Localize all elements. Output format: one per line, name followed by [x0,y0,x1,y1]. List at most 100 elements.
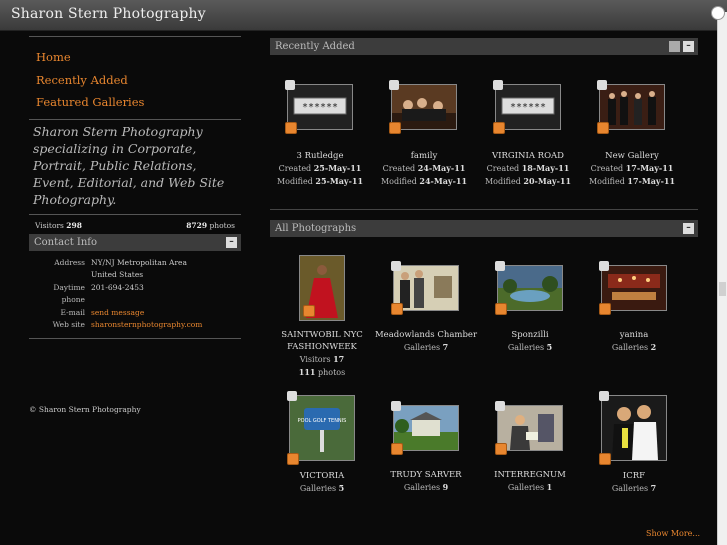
rss-icon[interactable] [669,41,680,52]
galleries-count: 1 [546,482,553,492]
gallery-title[interactable]: VICTORIA [270,470,374,482]
gallery-thumbnail[interactable] [495,261,563,315]
contact-info-title: Contact Info [34,236,98,248]
modified-date: 17-May-11 [627,176,676,186]
contact-key: E-mail [60,307,85,317]
created-label: Created [278,164,312,173]
gallery-card[interactable]: Meadowlands Chamber Galleries 7 [374,255,478,395]
contact-row-phone: Daytime phone 201-694-2453 [29,282,241,307]
visitors-count: 17 [333,354,345,364]
gallery-card[interactable]: ICRF Galleries 7 [582,391,686,495]
sponzilli-photo [498,266,562,310]
visitors-label: Visitors [35,220,64,230]
collapse-all-button[interactable]: – [683,223,694,234]
lock-icon [493,80,503,90]
photos-stat: 8729 photos [186,221,235,230]
gallery-thumbnail[interactable] [599,261,667,315]
folder-icon [495,443,507,455]
gallery-card[interactable]: Sponzilli Galleries 5 [478,255,582,395]
gallery-thumbnail[interactable]: POOL GOLF TENNIS [287,391,355,465]
folder-icon [391,303,403,315]
created-date: 25-May-11 [313,163,362,173]
gallery-title[interactable]: INTERREGNUM [478,469,582,481]
photos-count: 8729 [186,220,208,230]
scrollbar-thumb[interactable] [719,282,726,296]
show-more-link[interactable]: Show More... [646,529,700,538]
victoria-photo: POOL GOLF TENNIS [290,396,354,460]
folder-icon [391,443,403,455]
copyright: © Sharon Stern Photography [29,405,141,414]
gallery-thumbnail[interactable] [597,80,665,134]
gallery-card[interactable]: ****** 3 Rutledge Created 25-May-11 Modi… [268,80,372,188]
photos-label: photos [209,220,235,230]
contact-key: Address [54,257,85,267]
nav-featured-galleries[interactable]: Featured Galleries [29,91,241,114]
visitors-label: Visitors [299,355,331,364]
section-divider [270,209,698,210]
gallery-card[interactable]: family Created 24-May-11 Modified 24-May… [372,80,476,188]
lock-icon [599,391,609,401]
gallery-caption: family Created 24-May-11 Modified 24-May… [372,150,476,188]
galleries-count: 5 [338,483,345,493]
folder-icon [495,303,507,315]
contact-info-header: Contact Info – [29,233,241,251]
gallery-card[interactable]: yanina Galleries 2 [582,255,686,395]
gallery-title[interactable]: Meadowlands Chamber [374,329,478,341]
gallery-card[interactable]: INTERREGNUM Galleries 1 [478,395,582,495]
gallery-thumbnail[interactable] [495,401,563,455]
collapse-recent-button[interactable]: – [683,41,694,52]
gallery-title[interactable]: ICRF [582,470,686,482]
gallery-title[interactable]: family [372,150,476,162]
recently-added-header: Recently Added – [270,38,698,55]
website-link[interactable]: sharonsternphotography.com [91,319,202,332]
gallery-thumbnail[interactable] [599,391,667,465]
photos-label: photos [318,368,346,377]
gallery-card[interactable]: POOL GOLF TENNIS VICTORIA Galleries 5 [270,391,374,495]
galleries-label: Galleries [507,343,545,352]
send-message-link[interactable]: send message [91,307,144,320]
interregnum-photo [498,406,562,450]
nav-home[interactable]: Home [29,46,241,69]
galleries-count: 7 [650,483,657,493]
created-line: Created 18-May-11 [476,162,580,175]
galleries-label: Galleries [403,483,441,492]
all-grid: SAINTWOBIL NYC FASHIONWEEK Visitors 17 1… [270,237,698,495]
gallery-title[interactable]: New Gallery [580,150,684,162]
main-content: Recently Added – ****** 3 Rutledge Creat… [270,38,698,495]
folder-icon [493,122,505,134]
collapse-contact-button[interactable]: – [226,236,237,248]
gallery-thumbnail[interactable]: ****** [493,80,561,134]
gallery-card[interactable]: TRUDY SARVER Galleries 9 [374,395,478,495]
folder-icon [285,122,297,134]
gallery-card[interactable]: New Gallery Created 17-May-11 Modified 1… [580,80,684,188]
gallery-title[interactable]: 3 Rutledge [268,150,372,162]
created-date: 18-May-11 [521,163,570,173]
gallery-caption: yanina Galleries 2 [582,329,686,354]
gallery-title[interactable]: SAINTWOBIL NYC FASHIONWEEK [279,329,365,353]
scroll-corner-icon [711,6,725,20]
contact-value: NY/NJ Metropolitan Area [91,257,187,267]
gallery-title[interactable]: yanina [582,329,686,341]
contact-key: Daytime phone [53,282,85,305]
modified-date: 20-May-11 [523,176,572,186]
password-thumb-icon: ****** [288,85,352,129]
created-label: Created [486,164,520,173]
gallery-card[interactable]: ****** VIRGINIA ROAD Created 18-May-11 M… [476,80,580,188]
site-title: Sharon Stern Photography [11,6,206,22]
gallery-title[interactable]: TRUDY SARVER [374,469,478,481]
new-gallery-photo [600,85,664,129]
gallery-thumbnail[interactable] [391,401,459,455]
gallery-title[interactable]: Sponzilli [478,329,582,341]
galleries-line: Galleries 5 [270,482,374,495]
gallery-card[interactable]: SAINTWOBIL NYC FASHIONWEEK Visitors 17 1… [270,255,374,395]
contact-value: 201-694-2453 [91,282,144,292]
gallery-thumbnail[interactable] [391,261,459,315]
gallery-title[interactable]: VIRGINIA ROAD [476,150,580,162]
gallery-thumbnail[interactable] [389,80,457,134]
gallery-thumbnail[interactable]: ****** [285,80,353,134]
vertical-scrollbar[interactable] [711,6,727,545]
gallery-thumbnail[interactable] [299,255,345,321]
page-header: Sharon Stern Photography [0,0,727,31]
gallery-caption: VICTORIA Galleries 5 [270,470,374,495]
nav-recently-added[interactable]: Recently Added [29,69,241,92]
